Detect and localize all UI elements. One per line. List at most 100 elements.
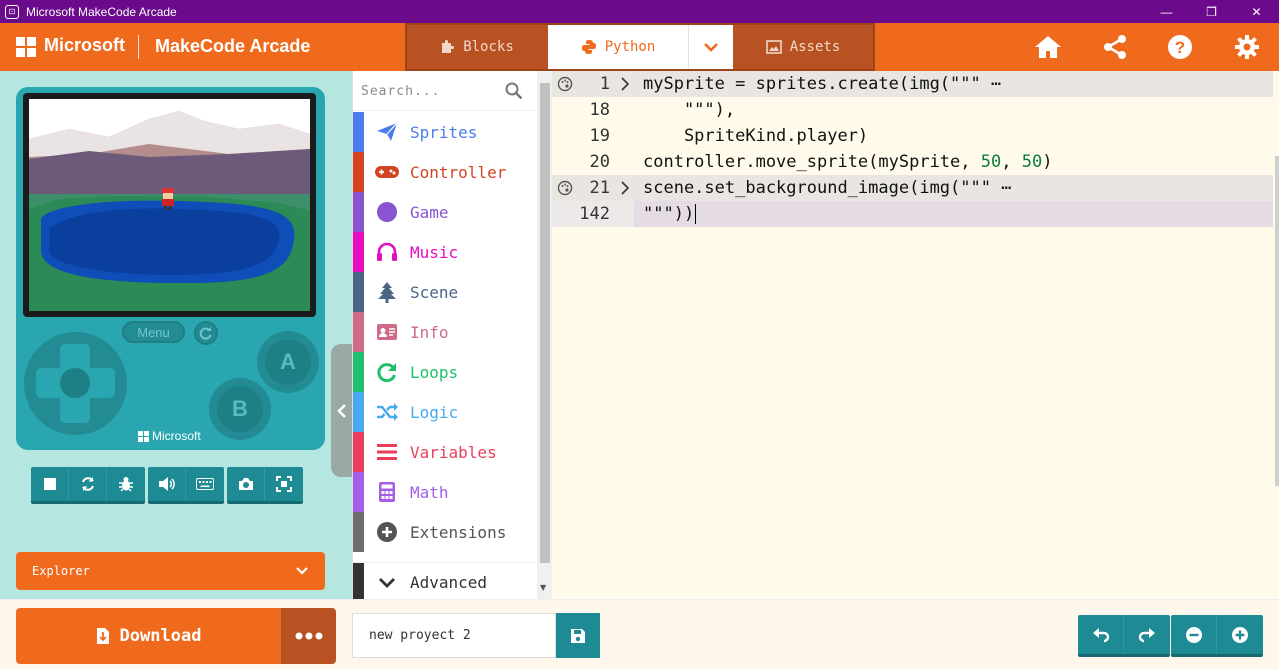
toolbox-scroll-thumb[interactable] — [540, 83, 550, 563]
category-label: Variables — [410, 442, 497, 462]
share-button[interactable] — [1100, 33, 1130, 61]
minimize-button[interactable]: — — [1144, 0, 1189, 23]
editor-scroll-thumb[interactable] — [1275, 156, 1279, 486]
code-editor[interactable]: 1 mySprite = sprites.create(img(""" ⋯ 18… — [552, 71, 1279, 599]
category-label: Advanced — [410, 573, 488, 592]
category-controller[interactable]: Controller — [353, 152, 536, 192]
search-input[interactable] — [361, 80, 501, 102]
category-label: Logic — [410, 402, 459, 422]
b-button[interactable]: B — [209, 378, 271, 440]
category-math[interactable]: Math — [353, 472, 536, 512]
code-line[interactable]: 18 """), — [552, 97, 1273, 123]
brand-divider — [138, 35, 139, 59]
chevron-down-icon — [704, 43, 718, 52]
zoom-group — [1171, 615, 1263, 657]
line-number: 1 — [599, 74, 610, 94]
menu-button[interactable]: Menu — [122, 321, 185, 343]
zoom-in-button[interactable] — [1217, 615, 1263, 654]
brand-app-name[interactable]: MakeCode Arcade — [155, 36, 310, 57]
editor-toggle: Blocks Python Assets — [405, 23, 875, 71]
text-cursor — [695, 204, 697, 224]
mute-button[interactable] — [148, 467, 186, 501]
close-window-button[interactable]: ✕ — [1234, 0, 1279, 23]
handheld-brand: Microsoft — [138, 429, 201, 443]
editor-scrollbar[interactable] — [1273, 71, 1279, 599]
code-text: """), — [643, 100, 736, 120]
language-dropdown-button[interactable] — [688, 25, 733, 69]
maximize-button[interactable]: ❐ — [1189, 0, 1234, 23]
chevron-left-icon — [336, 403, 346, 418]
explorer-toggle[interactable]: Explorer — [16, 552, 325, 590]
explorer-label: Explorer — [32, 564, 90, 578]
category-extensions[interactable]: Extensions — [353, 512, 536, 552]
simulator-toolbar — [31, 467, 303, 504]
category-label: Sprites — [410, 122, 478, 142]
toolbox-scrollbar[interactable]: ▼ — [537, 71, 553, 599]
a-button[interactable]: A — [257, 331, 319, 393]
category-info[interactable]: Info — [353, 312, 536, 352]
dpad[interactable] — [24, 332, 127, 435]
headphones-icon — [377, 242, 397, 261]
download-more-button[interactable] — [281, 608, 336, 664]
download-button[interactable]: Download — [16, 608, 281, 664]
help-button[interactable]: ? — [1165, 33, 1195, 61]
simulator-panel: Menu A B Microsoft Explorer — [0, 71, 352, 599]
code-line[interactable]: 19 SpriteKind.player) — [552, 123, 1273, 149]
code-line[interactable]: 21 scene.set_background_image(img(""" ⋯ — [552, 175, 1273, 201]
restart-simulator-button[interactable] — [69, 467, 107, 501]
category-label: Math — [410, 482, 449, 502]
tree-icon — [378, 282, 396, 303]
category-advanced[interactable]: Advanced — [353, 562, 536, 603]
line-number: 18 — [589, 100, 610, 120]
line-number: 20 — [589, 152, 610, 172]
category-sprites[interactable]: Sprites — [353, 112, 536, 152]
save-button[interactable] — [556, 613, 600, 658]
code-text: controller.move_sprite(mySprite, 50, 50) — [643, 152, 1053, 172]
tab-python-label: Python — [604, 39, 656, 55]
fold-chevron-right-icon[interactable] — [620, 181, 630, 195]
redo-button[interactable] — [1124, 615, 1170, 654]
line-number: 21 — [589, 178, 610, 198]
zoom-out-button[interactable] — [1171, 615, 1217, 654]
game-screen[interactable] — [29, 99, 310, 311]
category-music[interactable]: Music — [353, 232, 536, 272]
reset-game-button[interactable] — [194, 321, 218, 345]
category-scene[interactable]: Scene — [353, 272, 536, 312]
category-variables[interactable]: Variables — [353, 432, 536, 472]
id-card-icon — [377, 324, 397, 340]
tab-blocks[interactable]: Blocks — [407, 25, 548, 69]
category-game[interactable]: Game — [353, 192, 536, 232]
tab-python[interactable]: Python — [548, 25, 688, 69]
fullscreen-button[interactable] — [265, 467, 303, 501]
code-text: SpriteKind.player) — [643, 126, 869, 146]
code-line-current[interactable]: 142 """)) — [552, 201, 1273, 227]
fold-chevron-right-icon[interactable] — [620, 77, 630, 91]
search-icon[interactable] — [505, 82, 523, 100]
category-label: Controller — [410, 162, 507, 182]
settings-button[interactable] — [1232, 33, 1262, 61]
python-icon — [581, 40, 596, 54]
tab-assets[interactable]: Assets — [733, 25, 873, 69]
code-line[interactable]: 1 mySprite = sprites.create(img(""" ⋯ — [552, 71, 1273, 97]
category-logic[interactable]: Logic — [353, 392, 536, 432]
handheld-brand-label: Microsoft — [152, 429, 201, 443]
undo-button[interactable] — [1078, 615, 1124, 654]
microsoft-logo-icon[interactable] — [16, 37, 36, 57]
keyboard-controls-button[interactable] — [186, 467, 224, 501]
collapse-simulator-button[interactable] — [331, 344, 352, 477]
volume-icon — [158, 477, 175, 491]
debug-button[interactable] — [107, 467, 145, 501]
project-name-input[interactable] — [352, 613, 556, 658]
home-button[interactable] — [1033, 33, 1063, 61]
tab-assets-label: Assets — [789, 39, 841, 55]
plus-circle-icon — [377, 522, 397, 542]
toolbox-search — [353, 71, 536, 111]
scroll-down-arrow-icon[interactable]: ▼ — [540, 583, 546, 592]
game-screen-frame — [23, 93, 316, 317]
screenshot-button[interactable] — [227, 467, 265, 501]
brand-microsoft[interactable]: Microsoft — [44, 35, 125, 56]
code-line[interactable]: 20 controller.move_sprite(mySprite, 50, … — [552, 149, 1273, 175]
category-loops[interactable]: Loops — [353, 352, 536, 392]
stop-simulator-button[interactable] — [31, 467, 69, 501]
line-number: 142 — [552, 201, 634, 227]
